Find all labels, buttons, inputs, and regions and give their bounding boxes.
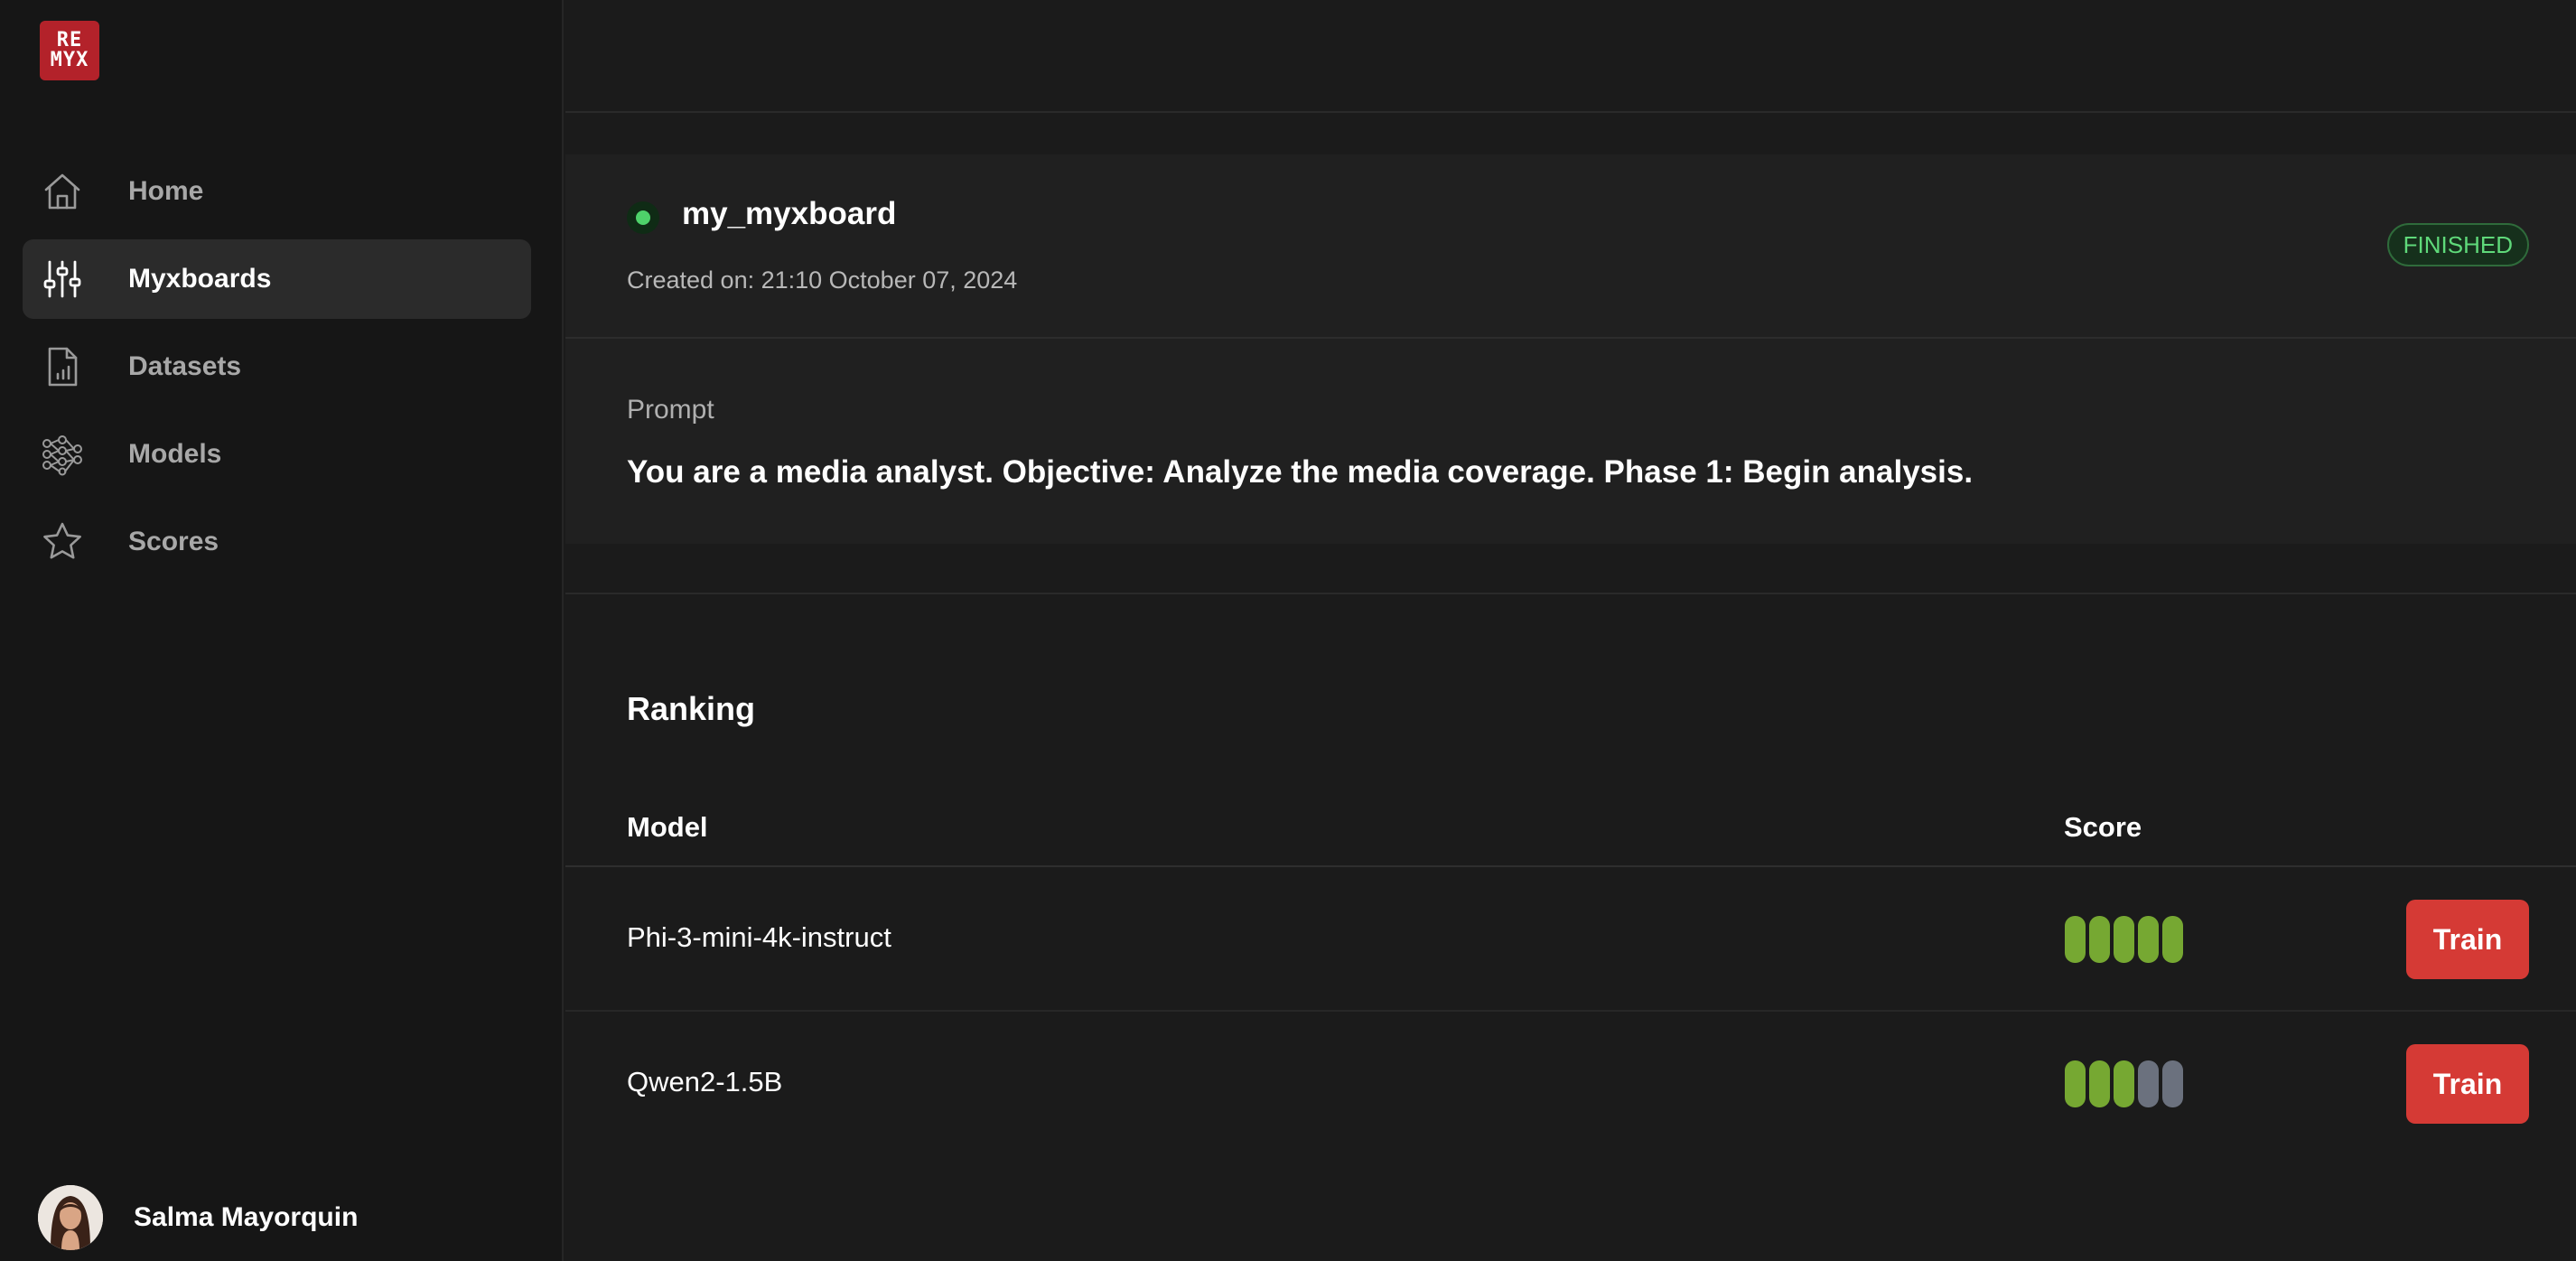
sidebar-item-scores[interactable]: Scores bbox=[23, 502, 531, 582]
sidebar: RE MYX Home Myxboards Datasets Models Sc… bbox=[0, 0, 564, 1261]
logo-text-top: RE bbox=[56, 29, 83, 51]
top-bar bbox=[565, 0, 2576, 113]
app: RE MYX Home Myxboards Datasets Models Sc… bbox=[0, 0, 2576, 1261]
user-profile[interactable]: Salma Mayorquin bbox=[38, 1185, 358, 1250]
sliders-icon bbox=[41, 257, 84, 301]
sidebar-item-myxboards[interactable]: Myxboards bbox=[23, 239, 531, 319]
score-pill-filled bbox=[2089, 1060, 2110, 1107]
logo-text-bottom: MYX bbox=[50, 49, 89, 71]
prompt-text: You are a media analyst. Objective: Anal… bbox=[627, 454, 1974, 490]
score-pill-filled bbox=[2065, 916, 2086, 963]
model-name: Phi-3-mini-4k-instruct bbox=[627, 921, 891, 953]
score-pill-filled bbox=[2065, 1060, 2086, 1107]
user-name: Salma Mayorquin bbox=[134, 1202, 359, 1232]
sidebar-item-datasets[interactable]: Datasets bbox=[23, 327, 531, 406]
score-pill-filled bbox=[2114, 1060, 2134, 1107]
sidebar-item-label: Home bbox=[128, 176, 204, 206]
file-chart-icon bbox=[41, 345, 84, 388]
score-pill-empty bbox=[2138, 1060, 2159, 1107]
score-pill-filled bbox=[2138, 916, 2159, 963]
status-dot-icon bbox=[627, 201, 659, 234]
section-divider bbox=[565, 593, 2576, 594]
column-header-score: Score bbox=[2064, 811, 2142, 843]
train-button[interactable]: Train bbox=[2406, 1044, 2529, 1124]
score-pill-filled bbox=[2114, 916, 2134, 963]
sidebar-item-label: Myxboards bbox=[128, 264, 272, 294]
myxboard-name: my_myxboard bbox=[682, 196, 897, 231]
sidebar-nav: Home Myxboards Datasets Models Scores bbox=[23, 152, 531, 590]
column-header-model: Model bbox=[627, 811, 708, 843]
model-name: Qwen2-1.5B bbox=[627, 1066, 783, 1098]
prompt-label: Prompt bbox=[627, 395, 714, 425]
sidebar-item-label: Models bbox=[128, 439, 222, 469]
sidebar-item-label: Datasets bbox=[128, 351, 242, 381]
main-content: my_myxboard Created on: 21:10 October 07… bbox=[565, 0, 2576, 1261]
star-icon bbox=[41, 520, 84, 564]
score-pill-filled bbox=[2162, 916, 2183, 963]
sidebar-item-label: Scores bbox=[128, 527, 219, 556]
sidebar-item-home[interactable]: Home bbox=[23, 152, 531, 231]
avatar[interactable] bbox=[38, 1185, 103, 1250]
score-meter bbox=[2065, 916, 2187, 963]
train-button[interactable]: Train bbox=[2406, 900, 2529, 979]
score-pill-filled bbox=[2089, 916, 2110, 963]
remyx-logo[interactable]: RE MYX bbox=[40, 21, 99, 80]
score-pill-empty bbox=[2162, 1060, 2183, 1107]
table-row: Phi-3-mini-4k-instruct Train bbox=[565, 867, 2576, 1012]
myxboard-card: my_myxboard Created on: 21:10 October 07… bbox=[565, 154, 2576, 544]
sidebar-item-models[interactable]: Models bbox=[23, 415, 531, 494]
score-meter bbox=[2065, 1060, 2187, 1107]
ranking-table: Model Score Phi-3-mini-4k-instruct Train… bbox=[565, 795, 2576, 1156]
ranking-title: Ranking bbox=[627, 690, 756, 727]
table-header: Model Score bbox=[565, 795, 2576, 867]
table-row: Qwen2-1.5B Train bbox=[565, 1012, 2576, 1156]
network-icon bbox=[41, 433, 84, 476]
status-badge: FINISHED bbox=[2386, 223, 2529, 266]
myxboard-header: my_myxboard Created on: 21:10 October 07… bbox=[565, 154, 2576, 339]
home-icon bbox=[41, 170, 84, 213]
created-timestamp: Created on: 21:10 October 07, 2024 bbox=[627, 266, 1018, 294]
